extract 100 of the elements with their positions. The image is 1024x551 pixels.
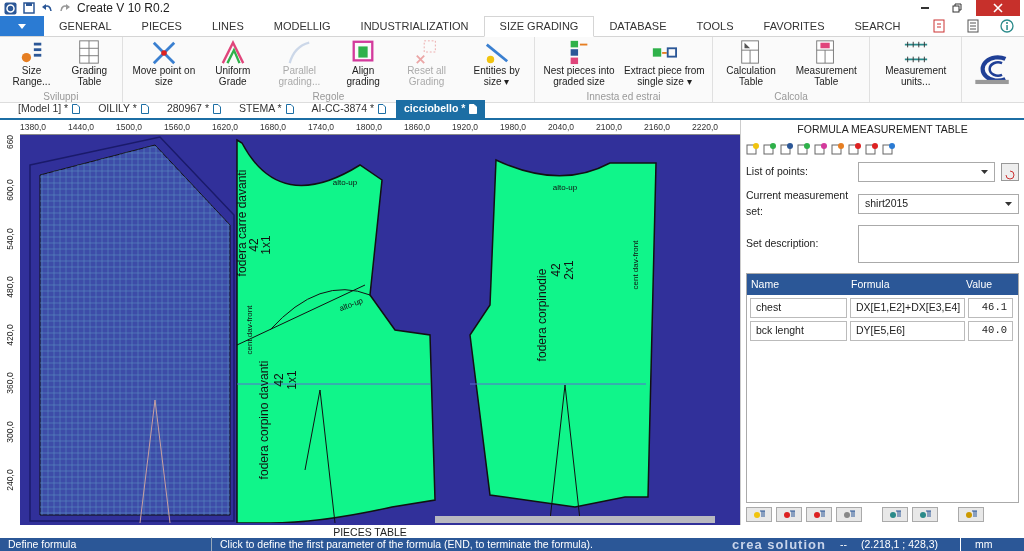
table-cell[interactable]: DY[E5,E6] bbox=[850, 321, 965, 342]
ruler-label: 2040,0 bbox=[548, 121, 574, 134]
ribbon-button[interactable]: Measurement Table bbox=[787, 37, 866, 89]
piece-label: fodera corpinodie bbox=[535, 268, 549, 362]
document-icon bbox=[378, 104, 387, 115]
ribbon-button[interactable]: Nest pieces into graded size bbox=[539, 37, 619, 89]
formula-icon bbox=[964, 509, 978, 520]
ribbon-button[interactable]: Entities by size ▾ bbox=[463, 37, 531, 89]
ruler-label: 2220,0 bbox=[692, 121, 718, 134]
column-header: Value bbox=[965, 276, 994, 292]
ruler-label: 300,0 bbox=[5, 421, 15, 443]
piece-label: fodera corpino davanti bbox=[257, 360, 271, 480]
ruler-label: 600,0 bbox=[5, 179, 15, 201]
table-cell[interactable]: 46.1 bbox=[968, 298, 1013, 319]
formula-button[interactable] bbox=[776, 507, 802, 522]
description-field[interactable] bbox=[858, 225, 1019, 264]
ruler-label: 1440,0 bbox=[68, 121, 94, 134]
status-hint: Click to define the first parameter of the formula (END, to terminate the formula). bbox=[219, 537, 594, 551]
formula-icon bbox=[842, 509, 856, 520]
ribbon-tab[interactable]: SIZE GRADING bbox=[483, 16, 595, 37]
drawing-canvas[interactable]: fodera carre davanti 42 1x1 fodera corpino davanti 42 1x1 fodera corpinodie 42 2x1 alto-up alto-up alto-up cent dav-front cent dav-front bbox=[20, 135, 740, 525]
ruler-label: 1980,0 bbox=[500, 121, 526, 134]
formula-button[interactable] bbox=[958, 507, 984, 522]
ribbon-button[interactable]: Calculation Table bbox=[716, 37, 786, 89]
save-icon[interactable] bbox=[23, 2, 35, 14]
brand-name: crea solution bbox=[732, 536, 826, 551]
ruler-label: 1800,0 bbox=[356, 121, 382, 134]
pattern-piece[interactable] bbox=[469, 159, 657, 508]
piece-label: 1x1 bbox=[285, 370, 299, 390]
pattern-piece[interactable] bbox=[236, 139, 436, 523]
ribbon-tab[interactable]: DATABASE bbox=[594, 16, 682, 36]
redo-icon[interactable] bbox=[59, 2, 71, 14]
points-dropdown[interactable] bbox=[858, 161, 995, 182]
formula-button[interactable] bbox=[836, 507, 862, 522]
group-label: Calcola bbox=[774, 91, 808, 102]
table-cell[interactable]: 40.0 bbox=[968, 321, 1013, 342]
formula-icon bbox=[752, 509, 766, 520]
document-icon bbox=[72, 104, 81, 115]
formula-tool-icon[interactable] bbox=[848, 141, 862, 156]
formula-tool-icon[interactable] bbox=[814, 141, 828, 156]
ribbon-tab[interactable]: MODELLIG bbox=[258, 16, 346, 36]
document-icon bbox=[212, 104, 221, 115]
document-tab[interactable]: 280967 * bbox=[158, 100, 229, 118]
table-cell[interactable]: DX[E1,E2]+DX[E3,E4] bbox=[850, 298, 965, 319]
document-tab[interactable]: cicciobello * bbox=[396, 100, 486, 118]
measurement-set-dropdown[interactable]: shirt2015 bbox=[858, 193, 1019, 214]
ribbon-button[interactable]: Extract piece from single size ▾ bbox=[620, 37, 708, 89]
ruler-label: 1560,0 bbox=[164, 121, 190, 134]
ribbon-button[interactable]: Move point on size bbox=[126, 37, 201, 89]
formula-button[interactable] bbox=[912, 507, 938, 522]
ribbon-tab[interactable]: INDUSTRIALIZATION bbox=[345, 16, 484, 36]
dropdown-icon bbox=[981, 169, 988, 174]
piece-label: cent dav-front bbox=[245, 305, 254, 355]
ribbon-tab[interactable]: FAVORITES bbox=[748, 16, 840, 36]
restore-icon bbox=[952, 3, 962, 13]
undo-icon[interactable] bbox=[41, 2, 53, 14]
status-mode: Define formula bbox=[0, 537, 212, 551]
formula-button[interactable] bbox=[746, 507, 772, 522]
piece-label: 42 bbox=[272, 373, 286, 387]
close-icon bbox=[993, 3, 1003, 13]
field-label: Set description: bbox=[746, 236, 820, 252]
formula-tool-icon[interactable] bbox=[865, 141, 879, 156]
piece-label: 2x1 bbox=[562, 260, 576, 280]
ribbon-tab[interactable]: TOOLS bbox=[681, 16, 749, 36]
document-icon bbox=[469, 104, 478, 115]
ribbon-button[interactable]: Grading Table bbox=[61, 37, 118, 89]
formula-tool-icon[interactable] bbox=[780, 141, 794, 156]
refresh-list-icon[interactable] bbox=[1001, 162, 1019, 181]
document-tab[interactable]: STEMA * bbox=[230, 100, 302, 118]
ribbon-button[interactable]: Align grading bbox=[336, 37, 390, 89]
info-icon[interactable] bbox=[1000, 19, 1014, 33]
document-tab[interactable]: OILILY * bbox=[90, 100, 157, 118]
panel-title: FORMULA MEASUREMENT TABLE bbox=[797, 123, 968, 135]
ribbon-tab[interactable]: GENERAL bbox=[44, 16, 127, 36]
units-label: mm bbox=[973, 537, 993, 551]
ribbon-tab[interactable]: LINES bbox=[196, 16, 259, 36]
column-header: Name bbox=[750, 276, 780, 292]
ribbon-button[interactable]: Measurement units... bbox=[874, 37, 958, 89]
piece-label: alto-up bbox=[338, 296, 365, 314]
piece-label: 42 bbox=[247, 238, 261, 252]
ribbon-button[interactable]: Size Range... bbox=[4, 37, 60, 89]
close-button[interactable] bbox=[976, 0, 1020, 16]
formula-tool-icon[interactable] bbox=[882, 141, 896, 156]
ruler-label: 1860,0 bbox=[404, 121, 430, 134]
ruler-label: 360,0 bbox=[5, 372, 15, 395]
dropdown-icon bbox=[1005, 201, 1012, 206]
table-cell[interactable]: bck lenght bbox=[750, 321, 847, 342]
formula-icon bbox=[812, 509, 826, 520]
panel-title: PIECES TABLE bbox=[333, 526, 407, 538]
scrollbar-thumb[interactable] bbox=[435, 516, 715, 523]
ruler-label: 1680,0 bbox=[260, 121, 286, 134]
ribbon-tab[interactable]: SEARCH bbox=[839, 16, 916, 36]
formula-button[interactable] bbox=[806, 507, 832, 522]
formula-icon bbox=[918, 509, 932, 520]
ribbon-tab[interactable]: PIECES bbox=[126, 16, 197, 36]
status-separator: -- bbox=[839, 537, 847, 551]
formula-button[interactable] bbox=[882, 507, 908, 522]
help-document-icon[interactable] bbox=[932, 19, 946, 33]
table-cell[interactable]: chest bbox=[750, 298, 847, 319]
ribbon-button[interactable]: Uniform Grade bbox=[202, 37, 263, 89]
